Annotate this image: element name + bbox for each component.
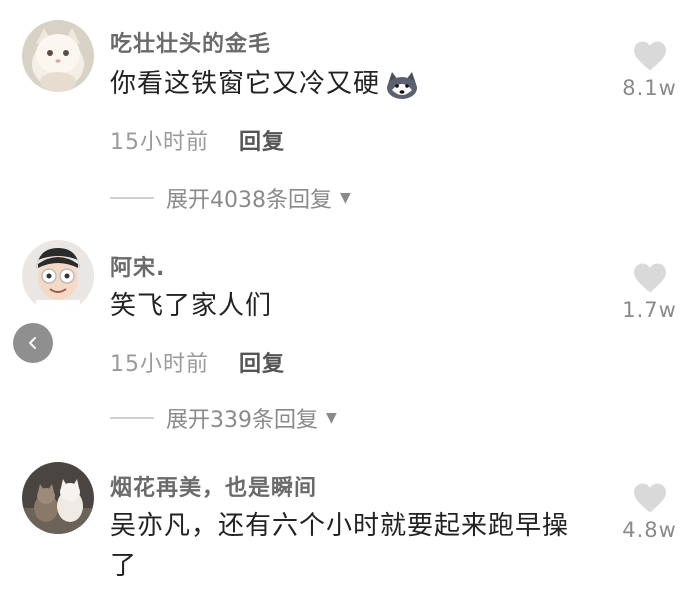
comment-text: 吴亦凡，还有六个小时就要起来跑早操了 (110, 506, 590, 586)
chevron-left-icon (29, 337, 36, 349)
avatar[interactable] (22, 462, 94, 534)
comment-text-body: 吴亦凡，还有六个小时就要起来跑早操了 (110, 511, 570, 581)
back-button[interactable] (13, 323, 53, 363)
comment-item: 烟花再美，也是瞬间 吴亦凡，还有六个小时就要起来跑早操了 4.8w (0, 0, 693, 605)
comment-list: 吃壮壮头的金毛 你看这铁窗它又冷又硬 15小时前回复 展开4038条回复 ▼ (0, 0, 693, 605)
heart-icon (633, 483, 666, 513)
like-count: 4.8w (622, 518, 677, 542)
like-button[interactable]: 4.8w (612, 482, 687, 542)
username[interactable]: 烟花再美，也是瞬间 (110, 470, 317, 502)
cats-avatar-image (22, 462, 94, 534)
